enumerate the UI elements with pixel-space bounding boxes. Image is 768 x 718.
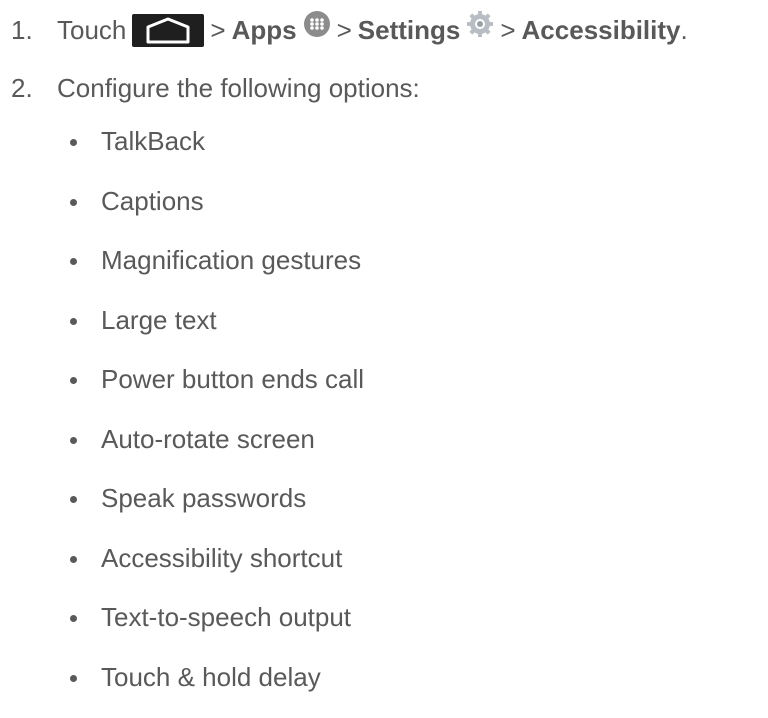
- apps-label: Apps: [232, 12, 297, 48]
- list-item: Magnification gestures: [70, 242, 364, 302]
- bullet: [70, 318, 77, 325]
- options-list: TalkBack Captions Magnification gestures…: [70, 123, 364, 718]
- option-label: Text-to-speech output: [101, 599, 351, 635]
- option-label: Large text: [101, 302, 217, 338]
- option-label: Touch & hold delay: [101, 659, 321, 695]
- option-label: Magnification gestures: [101, 242, 361, 278]
- settings-gear-icon: [466, 10, 494, 38]
- step-1: 1. Touch > Apps > Settings: [11, 12, 688, 48]
- accessibility-label: Accessibility: [522, 12, 681, 48]
- bullet: [70, 437, 77, 444]
- separator: >: [500, 12, 515, 48]
- bullet: [70, 377, 77, 384]
- option-label: Power button ends call: [101, 361, 364, 397]
- bullet: [70, 139, 77, 146]
- option-label: Captions: [101, 183, 204, 219]
- option-label: Speak passwords: [101, 480, 306, 516]
- separator: >: [337, 12, 352, 48]
- bullet: [70, 615, 77, 622]
- list-item: Power button ends call: [70, 361, 364, 421]
- list-item: Large text: [70, 302, 364, 362]
- list-item: Speak passwords: [70, 480, 364, 540]
- end-punctuation: .: [681, 12, 688, 48]
- step-2-number: 2.: [11, 70, 57, 106]
- list-item: Text-to-speech output: [70, 599, 364, 659]
- bullet: [70, 496, 77, 503]
- step-1-number: 1.: [11, 12, 57, 48]
- home-button-icon: [132, 14, 204, 47]
- option-label: TalkBack: [101, 123, 205, 159]
- step-2: 2. Configure the following options:: [11, 70, 420, 106]
- list-item: Touch & hold delay: [70, 659, 364, 718]
- list-item: Accessibility shortcut: [70, 540, 364, 600]
- list-item: TalkBack: [70, 123, 364, 183]
- step-1-text: Touch: [57, 12, 126, 48]
- bullet: [70, 675, 77, 682]
- bullet: [70, 199, 77, 206]
- apps-launcher-icon: [303, 10, 331, 38]
- option-label: Accessibility shortcut: [101, 540, 342, 576]
- separator: >: [210, 12, 225, 48]
- bullet: [70, 258, 77, 265]
- list-item: Captions: [70, 183, 364, 243]
- list-item: Auto-rotate screen: [70, 421, 364, 481]
- option-label: Auto-rotate screen: [101, 421, 315, 457]
- bullet: [70, 556, 77, 563]
- settings-label: Settings: [358, 12, 461, 48]
- step-2-text: Configure the following options:: [57, 70, 420, 106]
